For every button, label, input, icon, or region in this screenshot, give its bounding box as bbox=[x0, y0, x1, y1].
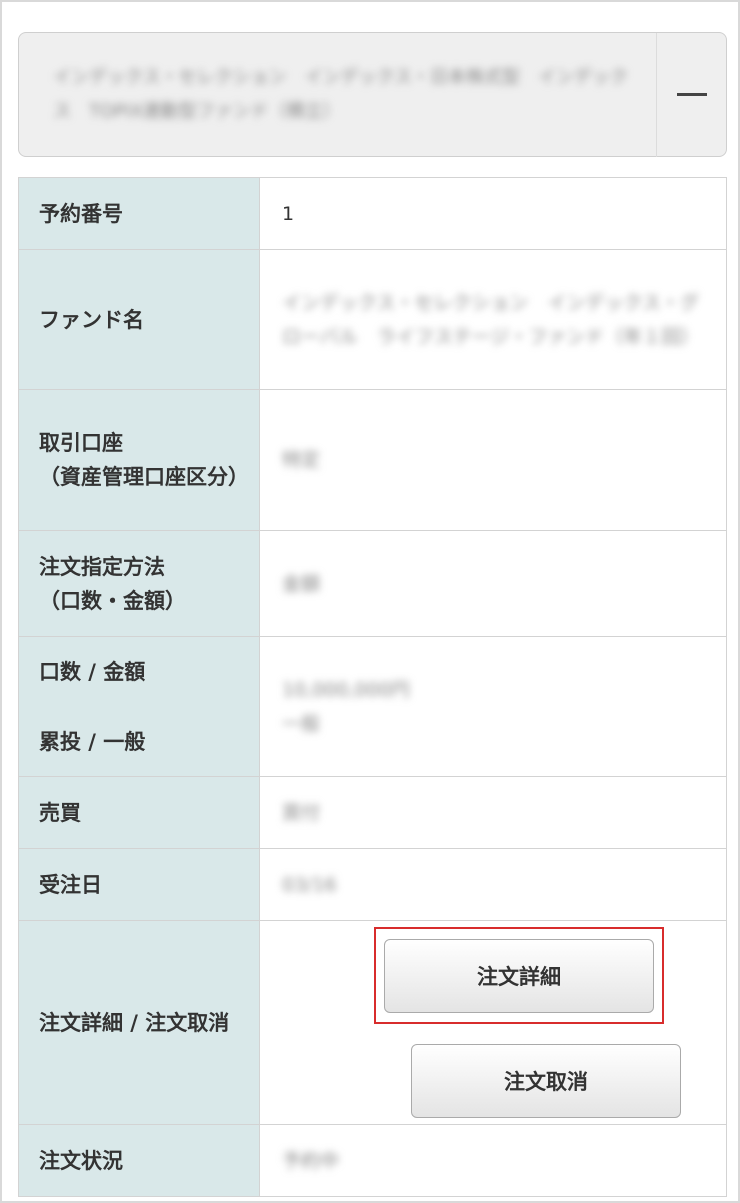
row-label-reservation-no: 予約番号 bbox=[18, 177, 260, 250]
row-label-order-date: 受注日 bbox=[18, 848, 260, 921]
row-value-fund-name: インデックス・セレクション インデックス・グローバル ライフステージ・ファンド（… bbox=[259, 249, 727, 390]
row-label-fund-name: ファンド名 bbox=[18, 249, 260, 390]
table-row: 取引口座 （資産管理口座区分） 特定 bbox=[18, 389, 727, 531]
order-info-table: 予約番号 1 ファンド名 インデックス・セレクション インデックス・グローバル … bbox=[18, 177, 727, 1197]
table-row: 注文詳細 / 注文取消 注文詳細 注文取消 bbox=[18, 920, 727, 1125]
reinvest-text: 一般 bbox=[282, 712, 321, 735]
order-cancel-button[interactable]: 注文取消 bbox=[411, 1044, 681, 1118]
row-value-order-status: 予約中 bbox=[259, 1124, 727, 1197]
row-label-order-status: 注文状況 bbox=[18, 1124, 260, 1197]
order-method-text: 金額 bbox=[282, 572, 321, 595]
row-label-amount: 口数 / 金額 累投 / 一般 bbox=[18, 636, 260, 777]
amount-text: 10,000,000円 bbox=[282, 678, 410, 701]
row-value-trade: 買付 bbox=[259, 776, 727, 849]
row-label-account: 取引口座 （資産管理口座区分） bbox=[18, 389, 260, 531]
reservation-no-text: 1 bbox=[282, 202, 295, 225]
row-label-order-method: 注文指定方法 （口数・金額） bbox=[18, 530, 260, 637]
row-value-order-method: 金額 bbox=[259, 530, 727, 637]
order-detail-button[interactable]: 注文詳細 bbox=[384, 938, 654, 1013]
minus-icon bbox=[676, 93, 707, 96]
fund-accordion-header[interactable]: インデックス・セレクション インデックス・日本株式型 インデックス TOPIX連… bbox=[18, 32, 727, 157]
table-row: 口数 / 金額 累投 / 一般 10,000,000円 一般 bbox=[18, 636, 727, 777]
row-value-reservation-no: 1 bbox=[259, 177, 727, 250]
table-row: 売買 買付 bbox=[18, 776, 727, 849]
account-text: 特定 bbox=[282, 449, 321, 471]
detail-button-highlight: 注文詳細 bbox=[374, 927, 664, 1024]
table-row: 注文指定方法 （口数・金額） 金額 bbox=[18, 530, 727, 637]
row-label-trade: 売買 bbox=[18, 776, 260, 849]
row-value-amount: 10,000,000円 一般 bbox=[259, 636, 727, 777]
row-value-order-actions: 注文詳細 注文取消 bbox=[259, 920, 727, 1125]
row-label-order-actions: 注文詳細 / 注文取消 bbox=[18, 920, 260, 1125]
row-value-account: 特定 bbox=[259, 389, 727, 531]
row-value-order-date: 03/16 bbox=[259, 848, 727, 921]
page-frame: インデックス・セレクション インデックス・日本株式型 インデックス TOPIX連… bbox=[0, 0, 740, 1203]
table-row: 注文状況 予約中 bbox=[18, 1124, 727, 1197]
order-status-text: 予約中 bbox=[282, 1149, 340, 1172]
table-row: ファンド名 インデックス・セレクション インデックス・グローバル ライフステージ… bbox=[18, 249, 727, 390]
reinvest-label: 累投 / 一般 bbox=[39, 729, 146, 754]
table-row: 受注日 03/16 bbox=[18, 848, 727, 921]
fund-name-text: インデックス・セレクション インデックス・グローバル ライフステージ・ファンド（… bbox=[282, 291, 700, 348]
accordion-title: インデックス・セレクション インデックス・日本株式型 インデックス TOPIX連… bbox=[53, 66, 628, 122]
amount-label: 口数 / 金額 bbox=[39, 659, 146, 684]
order-date-text: 03/16 bbox=[282, 873, 337, 896]
collapse-toggle-button[interactable] bbox=[656, 32, 726, 157]
trade-text: 買付 bbox=[282, 801, 321, 824]
table-row: 予約番号 1 bbox=[18, 177, 727, 250]
